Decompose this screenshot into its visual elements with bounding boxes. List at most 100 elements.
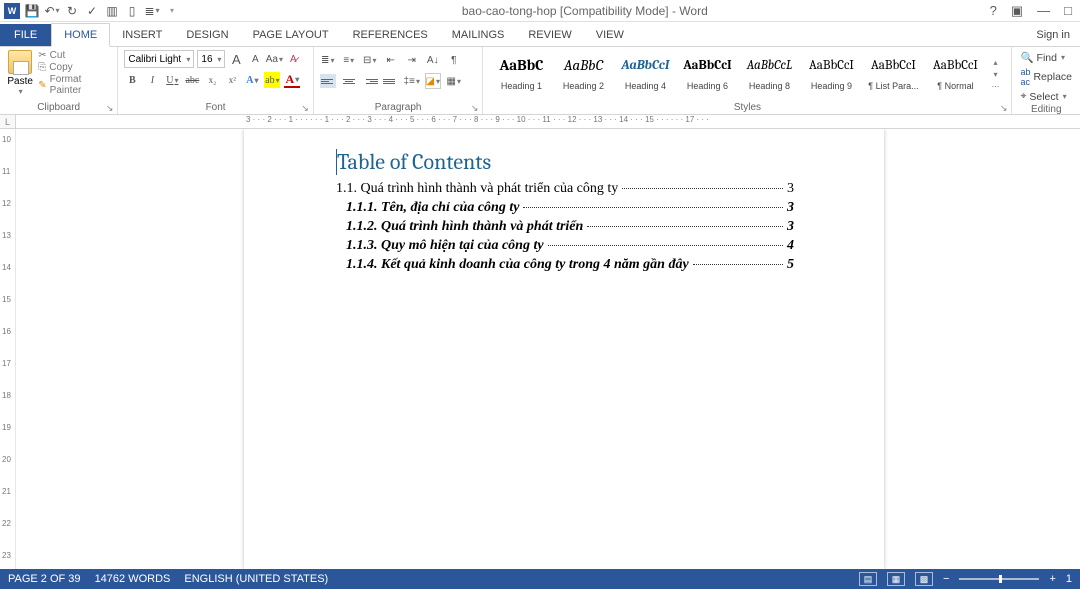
- strikethrough-button[interactable]: abc: [184, 72, 200, 88]
- zoom-slider[interactable]: [959, 578, 1039, 580]
- zoom-level[interactable]: 1: [1066, 573, 1072, 585]
- read-mode-button[interactable]: ▤: [859, 572, 877, 586]
- align-center-button[interactable]: [341, 74, 357, 88]
- zoom-in-button[interactable]: +: [1049, 573, 1055, 585]
- increase-indent-button[interactable]: ⇥: [404, 52, 420, 68]
- format-painter-button[interactable]: ✎Format Painter: [38, 74, 111, 96]
- tab-view[interactable]: VIEW: [584, 24, 636, 46]
- qat-icon-2[interactable]: ▥: [104, 3, 120, 19]
- font-size-selector[interactable]: 16▾: [197, 50, 225, 68]
- italic-button[interactable]: I: [144, 72, 160, 88]
- style-heading1[interactable]: AaBbCHeading 1: [493, 52, 549, 91]
- redo-icon[interactable]: ↻: [64, 3, 80, 19]
- horizontal-ruler[interactable]: 3 · · · 2 · · · 1 · · · · · · 1 · · · 2 …: [16, 115, 1080, 128]
- style-list-para[interactable]: AaBbCcI¶ List Para...: [865, 52, 921, 91]
- font-name-selector[interactable]: Calibri Light▾: [124, 50, 194, 68]
- signin-link[interactable]: Sign in: [1026, 24, 1080, 46]
- style-heading4[interactable]: AaBbCcIHeading 4: [617, 52, 673, 91]
- font-color-button[interactable]: A▾: [284, 72, 300, 88]
- qat-icon-1[interactable]: ✓: [84, 3, 100, 19]
- scissors-icon: ✂: [38, 50, 46, 61]
- decrease-indent-button[interactable]: ⇤: [383, 52, 399, 68]
- select-icon: ⌖: [1020, 90, 1026, 103]
- sort-button[interactable]: A↓: [425, 52, 441, 68]
- toc-entry-3[interactable]: 1.1.2. Quá trình hình thành và phát triể…: [336, 219, 794, 235]
- find-button[interactable]: 🔍Find▾: [1018, 50, 1074, 65]
- print-layout-button[interactable]: ▦: [887, 572, 905, 586]
- document-area[interactable]: Table of Contents 1.1. Quá trình hình th…: [16, 129, 1080, 569]
- justify-button[interactable]: [383, 74, 399, 88]
- paste-icon: [8, 50, 32, 74]
- status-words[interactable]: 14762 WORDS: [95, 573, 171, 585]
- line-spacing-button[interactable]: ‡≡▾: [404, 73, 420, 89]
- web-layout-button[interactable]: ▩: [915, 572, 933, 586]
- restore-icon[interactable]: □: [1064, 3, 1072, 19]
- subscript-button[interactable]: x₂: [204, 72, 220, 88]
- borders-button[interactable]: ▦▾: [446, 73, 462, 89]
- help-icon[interactable]: ?: [990, 3, 997, 19]
- shading-button[interactable]: ◪▾: [425, 73, 441, 89]
- tab-insert[interactable]: INSERT: [110, 24, 174, 46]
- multilevel-button[interactable]: ⊟▾: [362, 52, 378, 68]
- toc-entry-4[interactable]: 1.1.3. Quy mô hiện tại của công ty4: [336, 238, 794, 254]
- save-icon[interactable]: 💾: [24, 3, 40, 19]
- tab-home[interactable]: HOME: [51, 23, 110, 47]
- toc-title[interactable]: Table of Contents: [336, 149, 794, 175]
- copy-button[interactable]: ⎘Copy: [38, 62, 111, 73]
- ribbon-display-icon[interactable]: ▣: [1011, 3, 1023, 19]
- align-left-button[interactable]: [320, 74, 336, 88]
- tab-references[interactable]: REFERENCES: [341, 24, 440, 46]
- paragraph-launcher-icon[interactable]: ↘: [471, 103, 479, 114]
- undo-icon[interactable]: ↶▾: [44, 3, 60, 19]
- show-marks-button[interactable]: ¶: [446, 52, 462, 68]
- toc-entry-2[interactable]: 1.1.1. Tên, địa chỉ của công ty3: [336, 200, 794, 216]
- numbering-button[interactable]: ≡▾: [341, 52, 357, 68]
- tab-mailings[interactable]: MAILINGS: [440, 24, 517, 46]
- status-page[interactable]: PAGE 2 OF 39: [8, 573, 81, 585]
- align-right-button[interactable]: [362, 74, 378, 88]
- styles-more-button[interactable]: ▴▾⋯: [989, 52, 1001, 91]
- window-title: bao-cao-tong-hop [Compatibility Mode] - …: [180, 4, 990, 18]
- select-button[interactable]: ⌖Select▾: [1018, 89, 1074, 104]
- text-effects-button[interactable]: A▾: [244, 72, 260, 88]
- style-heading6[interactable]: AaBbCcIHeading 6: [679, 52, 735, 91]
- tab-review[interactable]: REVIEW: [516, 24, 583, 46]
- qat-customize-icon[interactable]: ▾: [164, 3, 180, 19]
- superscript-button[interactable]: x²: [224, 72, 240, 88]
- ruler-corner[interactable]: L: [0, 115, 16, 128]
- styles-group-label: Styles: [734, 102, 761, 113]
- status-lang[interactable]: ENGLISH (UNITED STATES): [184, 573, 328, 585]
- highlight-button[interactable]: ab▾: [264, 72, 280, 88]
- toc-entry-5[interactable]: 1.1.4. Kết quả kinh doanh của công ty tr…: [336, 257, 794, 273]
- grow-font-button[interactable]: A: [228, 51, 244, 67]
- toc-entry-1[interactable]: 1.1. Quá trình hình thành và phát triển …: [336, 181, 794, 197]
- new-doc-icon[interactable]: ▯: [124, 3, 140, 19]
- cut-button[interactable]: ✂Cut: [38, 50, 111, 61]
- tab-page-layout[interactable]: PAGE LAYOUT: [241, 24, 341, 46]
- tab-design[interactable]: DESIGN: [174, 24, 240, 46]
- style-heading2[interactable]: AaBbCHeading 2: [555, 52, 611, 91]
- bullets-button[interactable]: ≣▾: [320, 52, 336, 68]
- paragraph-group-label: Paragraph: [375, 102, 422, 113]
- vertical-ruler[interactable]: 10 11 12 13 14 15 16 17 18 19 20 21 22 2…: [0, 129, 16, 569]
- clear-formatting-button[interactable]: A̷: [285, 51, 301, 67]
- replace-button[interactable]: abacReplace: [1018, 66, 1074, 88]
- style-normal[interactable]: AaBbCcI¶ Normal: [927, 52, 983, 91]
- font-launcher-icon[interactable]: ↘: [301, 103, 309, 114]
- paste-button[interactable]: Paste ▾: [6, 50, 34, 96]
- shrink-font-button[interactable]: A: [247, 51, 263, 67]
- change-case-button[interactable]: Aa▾: [266, 51, 282, 67]
- qat-list-icon[interactable]: ≣▾: [144, 3, 160, 19]
- styles-launcher-icon[interactable]: ↘: [1000, 103, 1008, 114]
- tab-file[interactable]: FILE: [0, 24, 51, 46]
- clipboard-launcher-icon[interactable]: ↘: [106, 103, 114, 114]
- editing-group-label: Editing: [1031, 104, 1062, 115]
- zoom-out-button[interactable]: −: [943, 573, 949, 585]
- style-heading9[interactable]: AaBbCcIHeading 9: [803, 52, 859, 91]
- underline-button[interactable]: U▾: [164, 72, 180, 88]
- status-bar: PAGE 2 OF 39 14762 WORDS ENGLISH (UNITED…: [0, 569, 1080, 589]
- ribbon-tabs: FILE HOME INSERT DESIGN PAGE LAYOUT REFE…: [0, 22, 1080, 47]
- style-heading8[interactable]: AaBbCcLHeading 8: [741, 52, 797, 91]
- minimize-icon[interactable]: —: [1037, 3, 1050, 19]
- bold-button[interactable]: B: [124, 72, 140, 88]
